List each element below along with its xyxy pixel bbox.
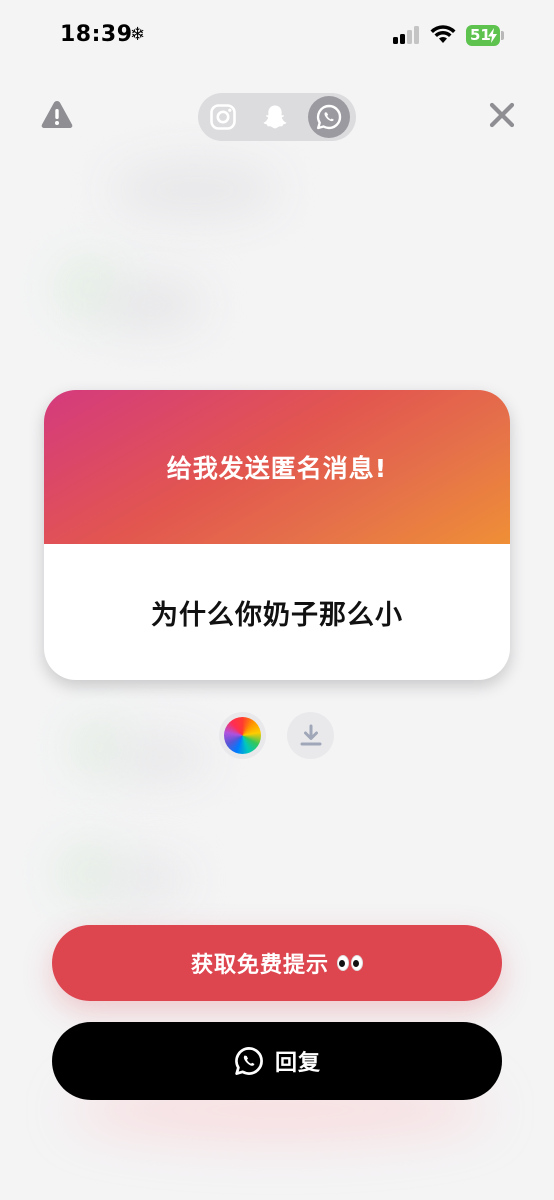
hint-button-label: 获取免费提示	[190, 953, 329, 978]
snapchat-platform-button[interactable]	[254, 96, 296, 138]
download-icon	[300, 724, 321, 745]
status-time: 18:39	[60, 22, 133, 47]
status-bar: 18:39 ❄ 51	[0, 0, 554, 76]
eyes-emoji-icon	[337, 955, 363, 971]
background-blur	[100, 860, 190, 900]
background-blur	[110, 735, 210, 780]
card-body: 为什么你奶子那么小	[44, 544, 510, 680]
instagram-platform-button[interactable]	[202, 96, 244, 138]
message-card: 给我发送匿名消息! 为什么你奶子那么小	[44, 390, 510, 680]
reply-button[interactable]: 回复	[52, 1022, 502, 1100]
card-prompt: 给我发送匿名消息!	[166, 454, 388, 483]
charging-icon	[488, 28, 497, 43]
battery-indicator: 51	[466, 25, 500, 46]
cellular-signal-icon	[393, 26, 423, 44]
snowflake-icon: ❄	[130, 24, 146, 45]
wifi-icon	[430, 25, 456, 43]
whatsapp-icon	[316, 104, 342, 130]
card-header: 给我发送匿名消息!	[44, 390, 510, 544]
report-warning-icon[interactable]	[40, 98, 74, 132]
color-picker-button[interactable]	[219, 712, 266, 759]
color-wheel-icon	[224, 717, 261, 754]
download-button[interactable]	[287, 712, 334, 759]
free-hint-button[interactable]: 获取免费提示	[52, 925, 502, 1001]
battery-tip	[501, 31, 504, 40]
reply-button-label: 回复	[274, 1051, 321, 1076]
card-message: 为什么你奶子那么小	[151, 599, 403, 631]
instagram-icon	[210, 104, 236, 130]
whatsapp-platform-button[interactable]	[308, 96, 350, 138]
background-blur	[110, 160, 280, 220]
close-icon[interactable]	[486, 99, 518, 131]
platform-selector	[198, 93, 356, 141]
snapchat-icon	[263, 105, 287, 129]
background-blur	[95, 280, 205, 330]
whatsapp-icon	[235, 1047, 263, 1075]
